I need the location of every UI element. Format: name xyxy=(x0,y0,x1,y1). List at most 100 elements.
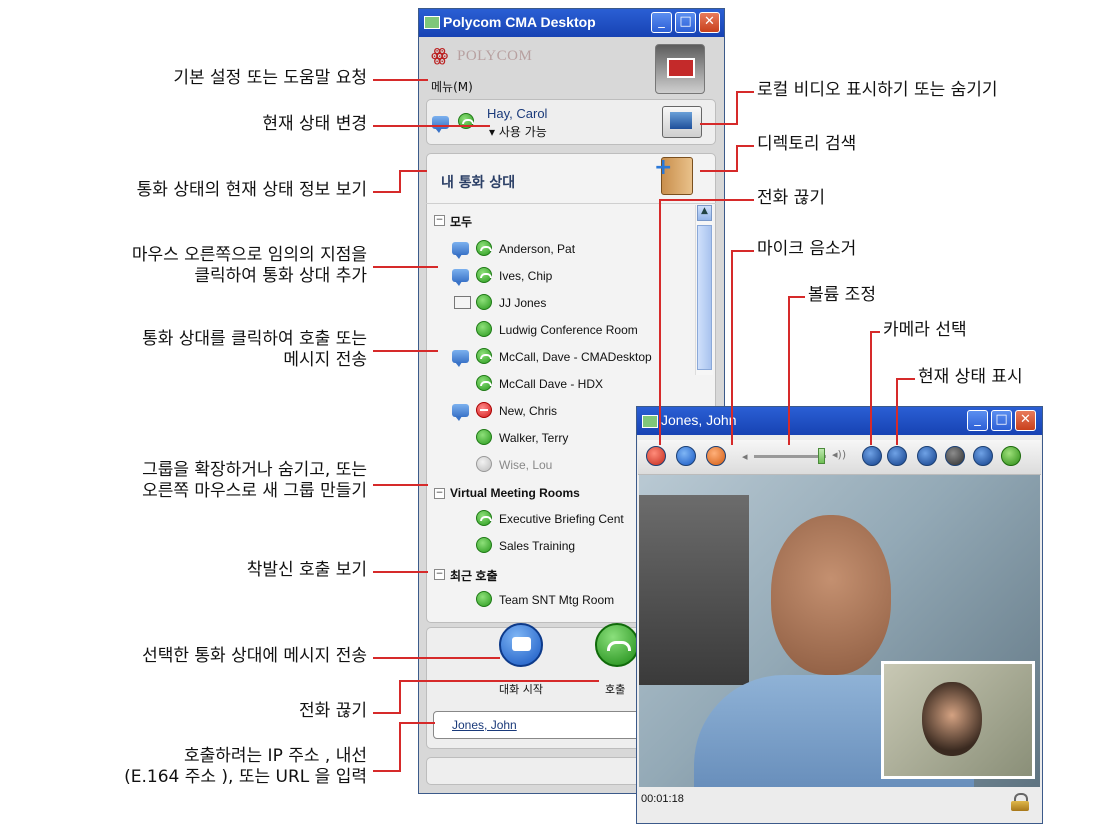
leader-line xyxy=(896,378,915,380)
leader-line xyxy=(896,378,898,445)
menu-button[interactable]: 메뉴(M) xyxy=(431,78,473,95)
local-video-pip[interactable] xyxy=(881,661,1035,779)
maximize-button[interactable]: □ xyxy=(675,12,696,33)
chat-icon xyxy=(452,269,469,286)
app-icon xyxy=(424,16,440,29)
callout-local-video: 로컬 비디오 표시하기 또는 숨기기 xyxy=(757,80,998,100)
leader-line xyxy=(731,250,733,445)
callout-mute: 마이크 음소거 xyxy=(757,239,857,259)
content-button[interactable] xyxy=(973,446,993,466)
contact-name[interactable]: Anderson, Pat xyxy=(499,242,575,256)
minimize-button[interactable]: _ xyxy=(967,410,988,431)
user-name: Hay, Carol xyxy=(487,106,548,121)
close-button[interactable]: ✕ xyxy=(699,12,720,33)
callout-call-msg-line1: 통화 상대를 클릭하여 호출 또는 xyxy=(142,329,367,349)
presence-icon xyxy=(476,294,492,310)
call-timer: 00:01:18 xyxy=(641,793,684,805)
leader-line xyxy=(373,484,428,486)
start-chat-label: 대화 시작 xyxy=(499,683,543,696)
group-name: 최근 호출 xyxy=(450,569,498,583)
window-title: Polycom CMA Desktop xyxy=(443,14,596,30)
group-toggle[interactable]: − xyxy=(434,488,445,499)
polycom-logo-icon: ꙮ xyxy=(431,45,449,66)
presence-icon xyxy=(476,429,492,445)
contact-name[interactable]: McCall Dave - HDX xyxy=(499,377,603,391)
presence-icon xyxy=(476,375,492,391)
presence-icon xyxy=(476,591,492,607)
app-icon xyxy=(642,415,658,428)
cma-logo-icon xyxy=(655,44,705,94)
dial-input-value: Jones, John xyxy=(452,718,517,732)
chat-icon xyxy=(452,242,469,259)
contact-scrollbar[interactable]: ▲ xyxy=(695,205,713,375)
callout-contact-status: 통화 상태의 현재 상태 정보 보기 xyxy=(136,180,367,200)
hangup-button[interactable] xyxy=(646,446,666,466)
scroll-up-arrow[interactable]: ▲ xyxy=(697,205,712,221)
leader-line xyxy=(736,145,738,172)
volume-thumb[interactable] xyxy=(818,448,825,464)
leader-line xyxy=(373,125,490,127)
leader-line xyxy=(736,91,754,93)
group-name: Virtual Meeting Rooms xyxy=(450,486,580,500)
leader-line xyxy=(373,266,438,268)
directory-search-icon[interactable]: + xyxy=(654,155,693,195)
callout-directory: 디렉토리 검색 xyxy=(757,134,857,154)
close-button[interactable]: ✕ xyxy=(1015,410,1036,431)
contact-name[interactable]: Team SNT Mtg Room xyxy=(499,593,614,607)
contact-name[interactable]: Ludwig Conference Room xyxy=(499,323,638,337)
leader-line xyxy=(373,350,438,352)
start-chat-button[interactable] xyxy=(499,623,543,667)
video-title-bar: Jones, John _ □ ✕ xyxy=(637,407,1042,435)
person-head xyxy=(771,515,891,675)
leader-line xyxy=(399,170,427,172)
layout-button[interactable] xyxy=(945,446,965,466)
callout-call-msg-line2: 메시지 전송 xyxy=(283,350,367,370)
contacts-header: 내 통화 상대 xyxy=(441,175,516,191)
keypad-button[interactable] xyxy=(1001,446,1021,466)
contact-name[interactable]: Executive Briefing Cent xyxy=(499,512,624,526)
callout-dial-line1: 호출하려는 IP 주소 , 내선 xyxy=(183,746,367,766)
callout-hangup-left: 전화 끊기 xyxy=(299,701,367,721)
leader-line xyxy=(373,79,428,81)
callout-volume: 볼륨 조정 xyxy=(808,285,876,305)
mute-microphone-button[interactable] xyxy=(706,446,726,466)
presence-icon xyxy=(476,321,492,337)
contact-name[interactable]: New, Chris xyxy=(499,404,557,418)
contact-name[interactable]: Walker, Terry xyxy=(499,431,568,445)
local-video-toggle-button[interactable] xyxy=(662,106,702,138)
minimize-button[interactable]: _ xyxy=(651,12,672,33)
leader-line xyxy=(373,657,500,659)
mail-icon xyxy=(454,296,471,309)
group-name: 모두 xyxy=(450,215,473,229)
speaker-high-icon: ◂)) xyxy=(832,448,847,461)
leader-line xyxy=(788,296,805,298)
contact-name[interactable]: JJ Jones xyxy=(499,296,546,310)
scroll-thumb[interactable] xyxy=(697,225,712,370)
fullscreen-button[interactable] xyxy=(917,446,937,466)
chat-icon xyxy=(452,350,469,367)
contact-name[interactable]: Sales Training xyxy=(499,539,575,553)
group-toggle[interactable]: − xyxy=(434,215,445,226)
presence-icon xyxy=(476,456,492,472)
callout-camera: 카메라 선택 xyxy=(883,320,967,340)
presence-icon xyxy=(476,402,492,418)
maximize-button[interactable]: □ xyxy=(991,410,1012,431)
call-button[interactable] xyxy=(595,623,639,667)
leader-line xyxy=(870,331,872,445)
leader-line xyxy=(731,250,754,252)
contact-name[interactable]: Wise, Lou xyxy=(499,458,552,472)
volume-slider[interactable] xyxy=(754,455,826,458)
group-toggle[interactable]: − xyxy=(434,569,445,580)
leader-line xyxy=(399,680,599,682)
chat-button[interactable] xyxy=(676,446,696,466)
callout-dial-line2: (E.164 주소 ), 또는 URL 을 입력 xyxy=(124,767,367,787)
leader-line xyxy=(373,191,401,193)
video-window-title: Jones, John xyxy=(661,412,737,428)
contact-name[interactable]: McCall, Dave - CMADesktop xyxy=(499,350,652,364)
contact-name[interactable]: Ives, Chip xyxy=(499,269,552,283)
camera-select-button[interactable] xyxy=(862,446,882,466)
presence-display-button[interactable] xyxy=(887,446,907,466)
status-dropdown[interactable]: ▾ 사용 가능 xyxy=(489,123,547,140)
presence-icon xyxy=(476,510,492,526)
leader-line xyxy=(373,571,428,573)
